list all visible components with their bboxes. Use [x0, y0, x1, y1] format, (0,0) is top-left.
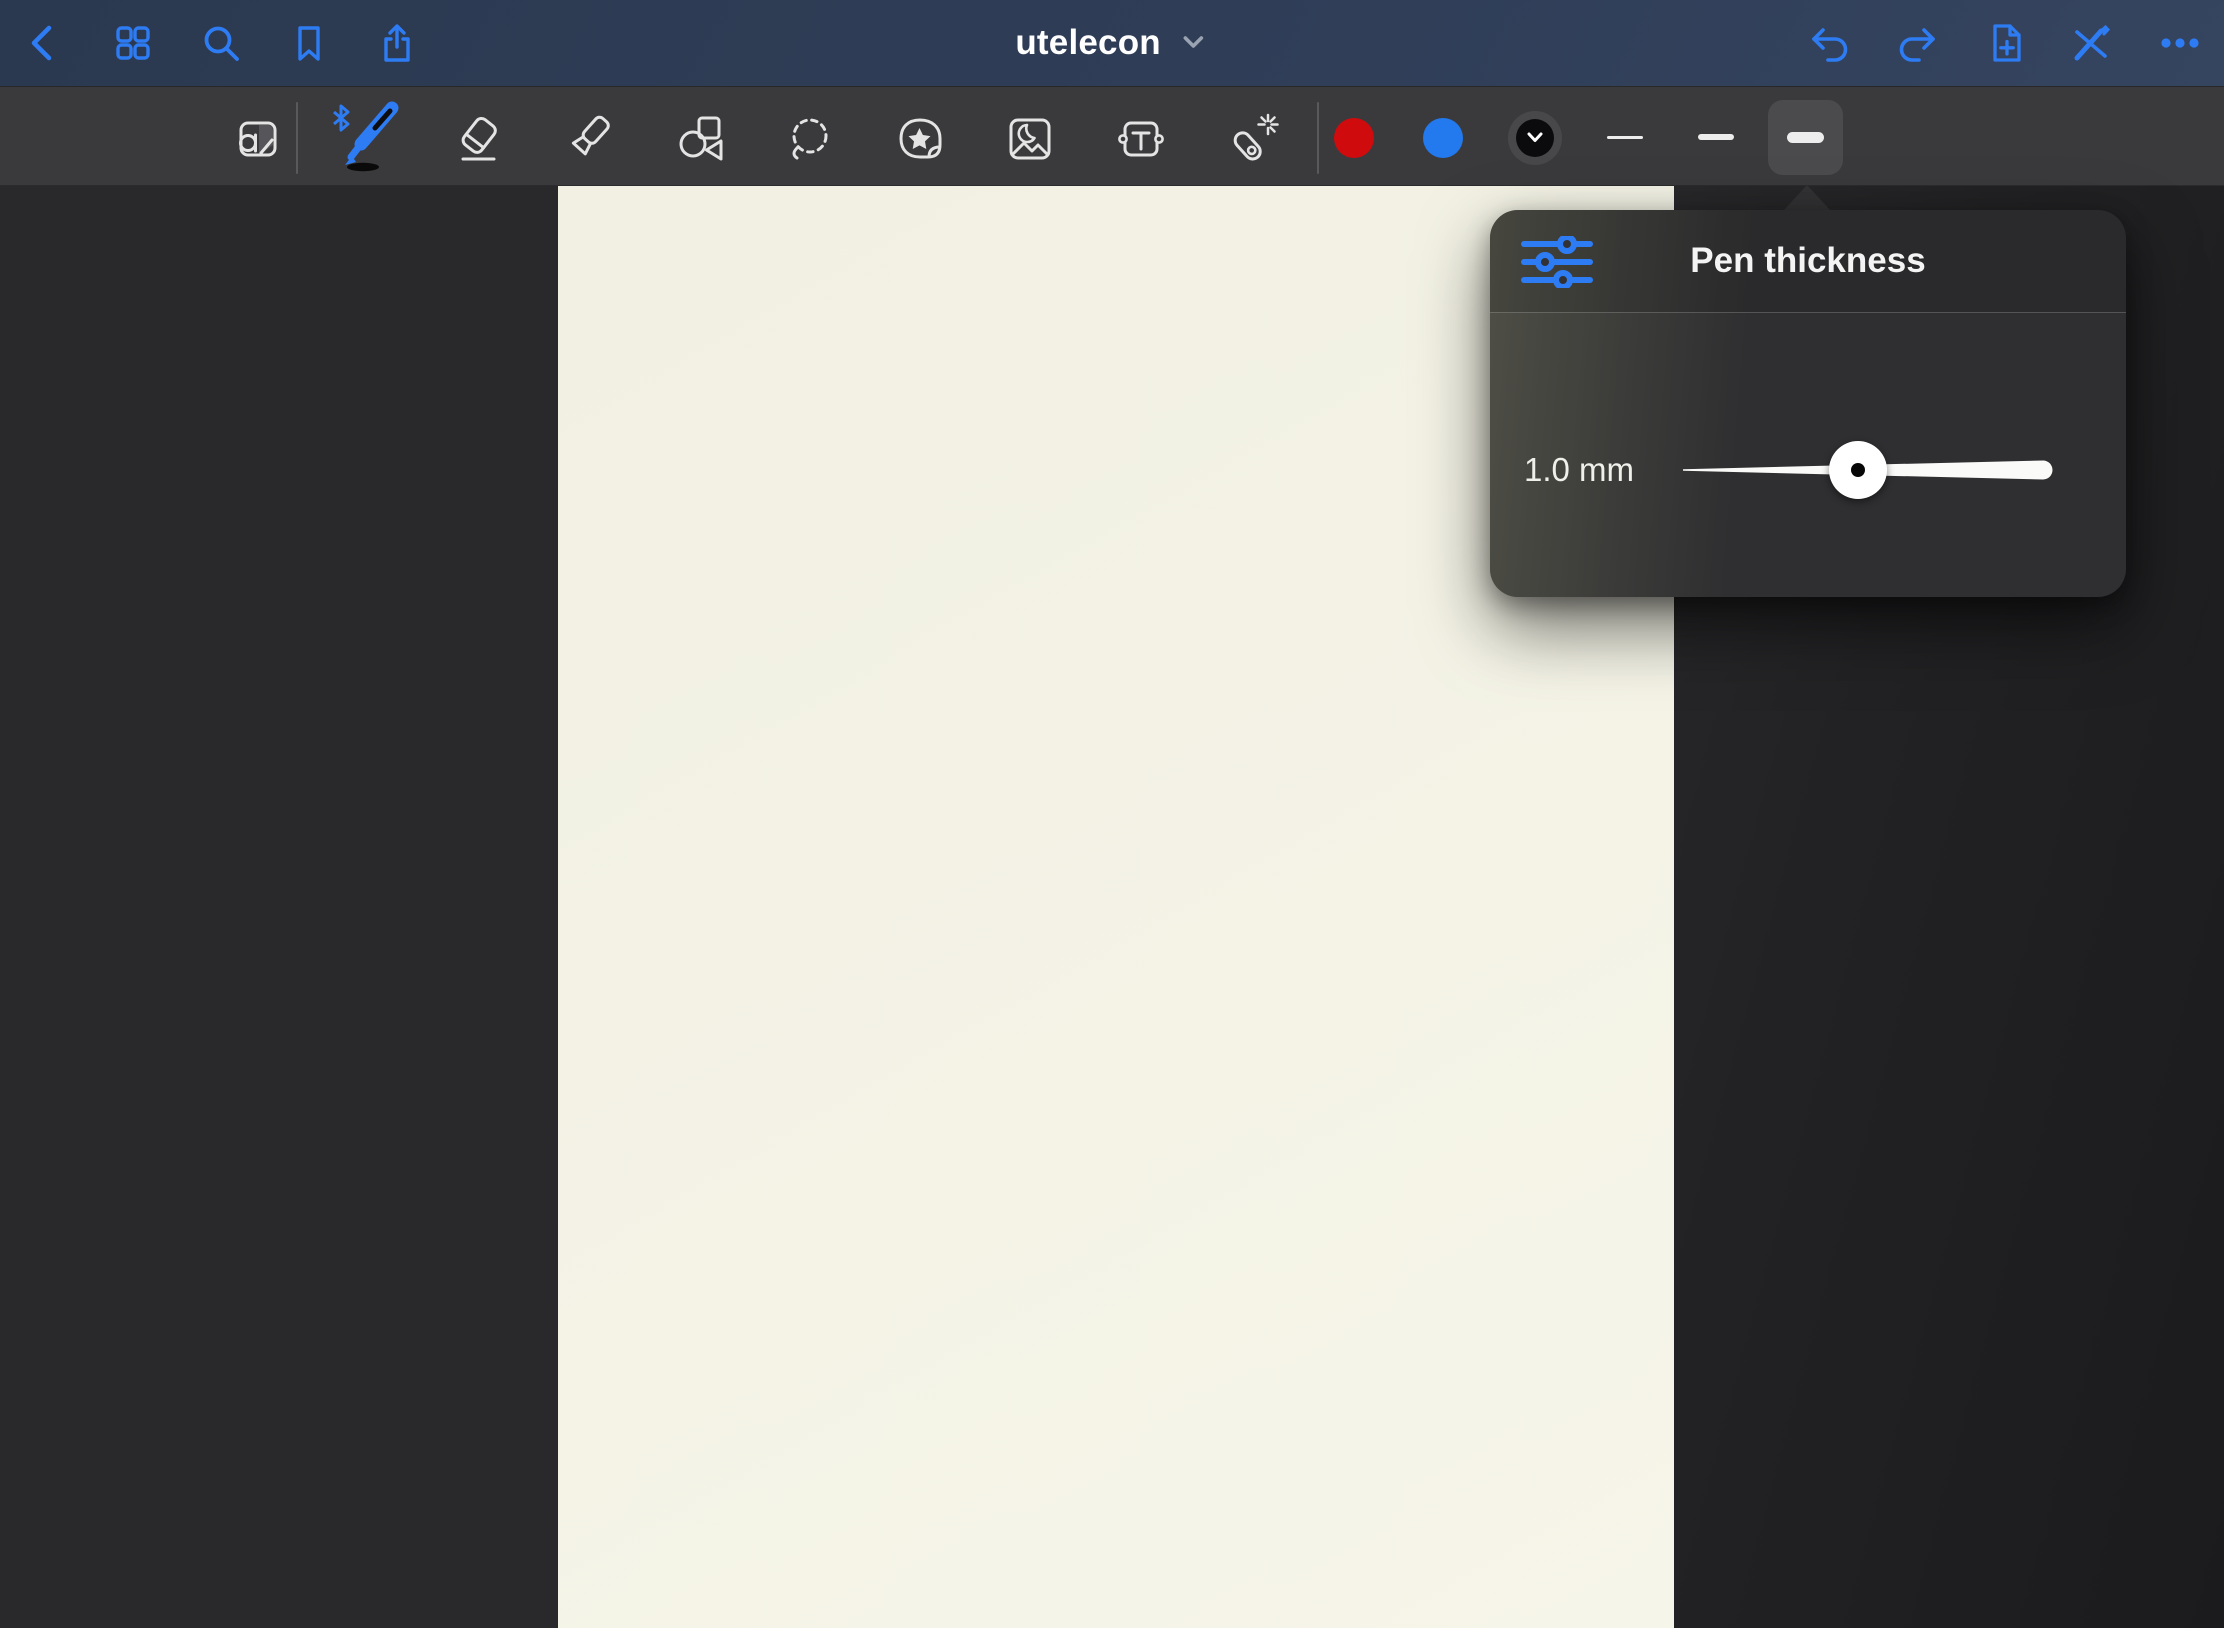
eraser-icon: [450, 111, 506, 167]
bookmark-button[interactable]: [287, 21, 331, 65]
tool-laser-pointer[interactable]: [1224, 111, 1280, 167]
tool-eraser[interactable]: [450, 111, 506, 167]
document-title-menu[interactable]: utelecon: [1015, 0, 1205, 86]
thickness-option-thin[interactable]: [1607, 136, 1643, 139]
stylus-crossed-icon: [2068, 21, 2112, 65]
navigation-bar: utelecon: [0, 0, 2224, 86]
pan-mode-icon: [229, 111, 285, 167]
highlighter-icon: [561, 111, 617, 167]
tool-pan-mode[interactable]: [229, 111, 285, 167]
popover-title: Pen thickness: [1490, 210, 2126, 312]
tool-lasso[interactable]: [782, 111, 838, 167]
image-icon: [1002, 111, 1058, 167]
color-swatch-blue[interactable]: [1423, 118, 1463, 158]
redo-icon: [1895, 21, 1939, 65]
bookmark-icon: [287, 21, 331, 65]
thick-line-glyph: [1787, 132, 1824, 143]
lasso-icon: [782, 111, 838, 167]
laser-pointer-icon: [1224, 111, 1280, 167]
color-swatch-black-selected[interactable]: [1508, 111, 1562, 165]
undo-button[interactable]: [1808, 21, 1852, 65]
tool-image[interactable]: [1002, 111, 1058, 167]
thickness-slider-knob[interactable]: [1829, 441, 1887, 499]
search-button[interactable]: [199, 21, 243, 65]
thickness-option-medium[interactable]: [1698, 134, 1734, 140]
elements-star-icon: [892, 111, 948, 167]
share-icon: [375, 21, 419, 65]
thickness-option-thick-selected[interactable]: [1768, 100, 1843, 175]
chevron-down-icon: [1181, 34, 1205, 52]
bluetooth-icon: [334, 106, 348, 130]
popover-arrow: [1783, 185, 1831, 211]
pen-thickness-value: 1.0 mm: [1524, 448, 1654, 492]
pen-thickness-popover: Pen thickness 1.0 mm: [1490, 210, 2126, 597]
color-swatch-red[interactable]: [1334, 118, 1374, 158]
tool-text[interactable]: [1113, 111, 1169, 167]
shapes-icon: [672, 111, 728, 167]
tool-pen-selected[interactable]: [332, 101, 404, 173]
toolbar-divider: [1317, 102, 1319, 174]
chevron-down-icon: [1525, 131, 1545, 145]
toolbar-divider: [296, 102, 298, 174]
text-icon: [1113, 111, 1169, 167]
search-icon: [199, 21, 243, 65]
pages-overview-button[interactable]: [111, 21, 155, 65]
canvas-background-left: [0, 186, 558, 1628]
back-chevron-icon: [22, 21, 66, 65]
tool-elements[interactable]: [892, 111, 948, 167]
tool-highlighter[interactable]: [561, 111, 617, 167]
ellipsis-icon: [2158, 21, 2202, 65]
stylus-mode-button[interactable]: [2068, 21, 2112, 65]
redo-button[interactable]: [1895, 21, 1939, 65]
add-page-icon: [1983, 21, 2027, 65]
grid-icon: [111, 21, 155, 65]
share-button[interactable]: [375, 21, 419, 65]
add-page-button[interactable]: [1983, 21, 2027, 65]
document-title: utelecon: [1015, 23, 1161, 63]
color-swatch-black: [1516, 119, 1554, 157]
pen-icon: [332, 101, 404, 173]
undo-icon: [1808, 21, 1852, 65]
tool-shapes[interactable]: [672, 111, 728, 167]
knob-center-dot: [1851, 463, 1865, 477]
more-button[interactable]: [2158, 21, 2202, 65]
back-button[interactable]: [22, 21, 66, 65]
